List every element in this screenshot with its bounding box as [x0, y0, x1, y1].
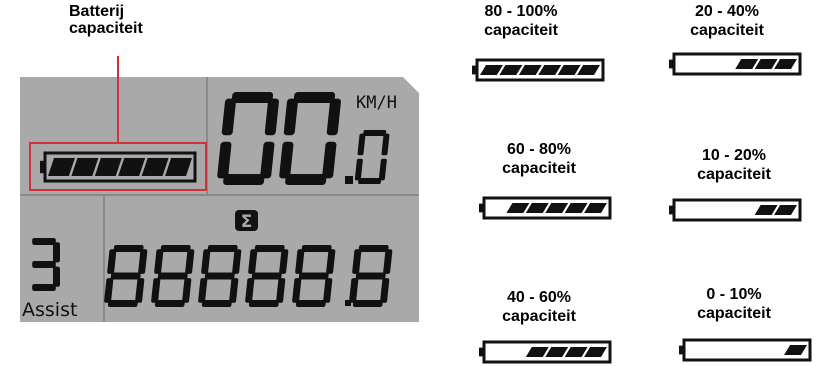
segment-d — [295, 300, 326, 307]
battery-icon-60-80 — [479, 196, 612, 220]
battery-icon-20-40 — [669, 52, 802, 76]
segment-a — [207, 245, 238, 252]
battery-segment — [545, 347, 569, 357]
battery-body — [479, 340, 612, 364]
level-caption: capaciteit — [502, 160, 576, 177]
segment-a — [160, 245, 191, 252]
level-label-80-100: 80 - 100% capaciteit — [451, 2, 591, 40]
battery-segment — [577, 65, 600, 75]
level-label-40-60: 40 - 60% capaciteit — [469, 288, 609, 326]
battery-icon-0-10 — [679, 338, 812, 362]
battery-segment — [525, 203, 549, 213]
level-range: 80 - 100% — [484, 3, 558, 20]
battery-segment — [525, 347, 549, 357]
segment-d — [32, 284, 56, 291]
battery-segment — [735, 59, 759, 69]
segment-g — [204, 272, 235, 280]
battery-body — [669, 198, 802, 222]
battery-segment — [584, 347, 607, 357]
battery-segment — [584, 203, 607, 213]
segment-c — [53, 266, 60, 287]
segment-a — [363, 130, 387, 136]
battery-body — [472, 58, 605, 82]
battery-segment — [499, 65, 523, 75]
lcd-panel — [20, 77, 419, 322]
battery-terminal — [669, 59, 674, 69]
segment-d — [154, 300, 185, 307]
segment-g — [298, 272, 329, 280]
segment-g — [157, 272, 188, 280]
battery-icon-80-100 — [472, 58, 605, 82]
level-label-20-40: 20 - 40% capaciteit — [657, 2, 797, 40]
battery-terminal — [472, 65, 477, 75]
battery-terminal — [479, 347, 484, 357]
segment-g — [251, 272, 282, 280]
segment-g — [32, 261, 56, 268]
assist-label: Assist — [22, 299, 77, 321]
battery-segment — [564, 347, 588, 357]
level-label-10-20: 10 - 20% capaciteit — [664, 146, 804, 184]
speed-unit-label: KM/H — [356, 93, 397, 113]
level-range: 20 - 40% — [694, 3, 760, 20]
battery-body — [479, 196, 612, 220]
segment-a — [301, 245, 332, 252]
battery-icon-10-20 — [669, 198, 802, 222]
battery-segment — [545, 203, 569, 213]
level-label-0-10: 0 - 10% capaciteit — [664, 285, 804, 323]
lcd-display: KM/H Σ Assist — [20, 56, 419, 322]
segment-b — [53, 242, 60, 263]
battery-segment — [506, 203, 530, 213]
level-range: 40 - 60% — [506, 289, 572, 306]
level-range: 60 - 80% — [506, 141, 572, 158]
segment-a — [293, 92, 336, 103]
battery-body — [669, 52, 802, 76]
level-range: 10 - 20% — [701, 147, 767, 164]
battery-segment — [754, 59, 778, 69]
battery-terminal — [479, 203, 484, 213]
speed-decimal-point — [345, 176, 353, 184]
battery-segment — [538, 65, 562, 75]
battery-segment — [480, 65, 503, 75]
battery-segment — [754, 205, 778, 215]
battery-segment — [518, 65, 542, 75]
segment-g — [110, 272, 141, 280]
segment-d — [223, 174, 265, 185]
battery-terminal — [679, 345, 684, 355]
segment-g — [355, 272, 386, 280]
battery-segment — [564, 203, 588, 213]
segment-a — [358, 245, 389, 252]
segment-d — [285, 174, 327, 185]
segment-a — [32, 238, 56, 245]
segment-a — [113, 245, 144, 252]
level-caption: capaciteit — [690, 22, 764, 39]
level-caption: capaciteit — [697, 305, 771, 322]
sigma-icon: Σ — [241, 212, 253, 232]
level-caption: capaciteit — [697, 166, 771, 183]
level-range: 0 - 10% — [706, 286, 762, 303]
battery-terminal — [40, 160, 45, 174]
battery-icon-40-60 — [479, 340, 612, 364]
battery-segment — [774, 205, 797, 215]
battery-segment — [784, 345, 807, 355]
segment-d — [352, 300, 383, 307]
segment-a — [254, 245, 285, 252]
segment-d — [248, 300, 279, 307]
level-label-60-80: 60 - 80% capaciteit — [469, 140, 609, 178]
segment-a — [231, 92, 274, 103]
segment-d — [201, 300, 232, 307]
level-caption: capaciteit — [502, 308, 576, 325]
battery-segment — [557, 65, 581, 75]
battery-segment — [774, 59, 797, 69]
segment-d — [107, 300, 138, 307]
battery-terminal — [669, 205, 674, 215]
segment-d — [358, 178, 382, 184]
level-caption: capaciteit — [484, 22, 558, 39]
battery-body — [679, 338, 812, 362]
